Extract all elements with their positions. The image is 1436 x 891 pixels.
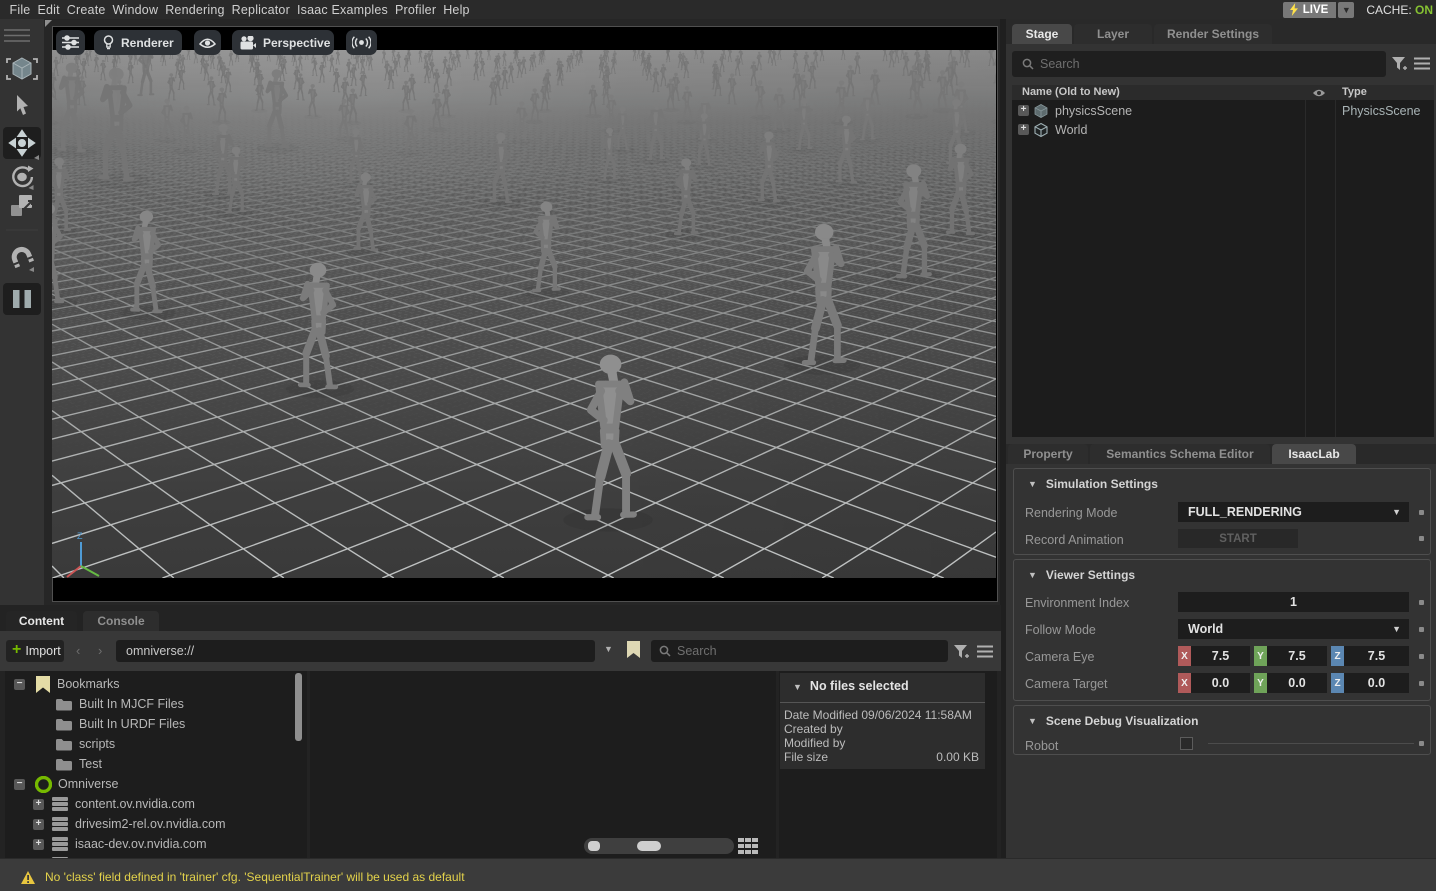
svg-text:Y: Y [101,577,107,578]
svg-text:Z: Z [77,531,83,541]
